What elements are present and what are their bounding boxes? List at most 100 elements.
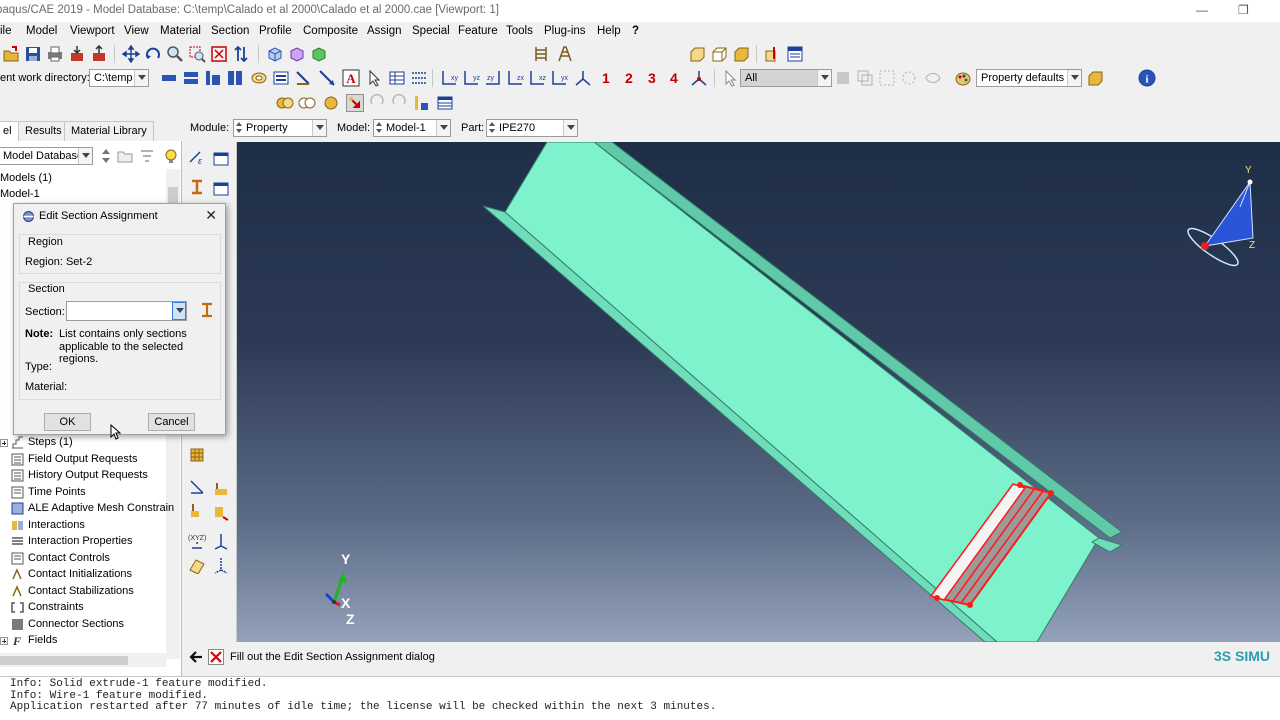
table-icon[interactable] bbox=[388, 69, 406, 87]
model-select[interactable]: Model-1 bbox=[373, 119, 451, 137]
profile-icon[interactable] bbox=[250, 69, 268, 87]
view-front-icon[interactable] bbox=[688, 45, 706, 63]
open-icon[interactable] bbox=[2, 45, 20, 63]
view-yz-icon[interactable]: yz bbox=[462, 69, 480, 87]
import-icon[interactable] bbox=[68, 45, 86, 63]
sphere-icon[interactable] bbox=[322, 94, 340, 112]
list-icon[interactable] bbox=[410, 69, 428, 87]
text-annotation-icon[interactable]: A bbox=[342, 69, 360, 87]
menu-plugins[interactable]: Plug-ins bbox=[544, 25, 586, 37]
ladder-icon[interactable] bbox=[556, 45, 574, 63]
view-yx-icon[interactable]: yx bbox=[550, 69, 568, 87]
ok-button[interactable]: OK bbox=[44, 413, 91, 431]
menu-composite[interactable]: Composite bbox=[303, 25, 358, 37]
render-hidden-icon[interactable] bbox=[288, 45, 306, 63]
render-style-icon[interactable] bbox=[954, 69, 972, 87]
undo-icon[interactable] bbox=[368, 94, 386, 112]
view-4-button[interactable]: 4 bbox=[670, 70, 678, 86]
cycle-views-icon[interactable] bbox=[232, 45, 250, 63]
section-select[interactable] bbox=[66, 301, 187, 321]
bulb-icon[interactable] bbox=[162, 147, 180, 165]
orientation-icon[interactable] bbox=[294, 69, 312, 87]
material-manager-tool-icon[interactable] bbox=[212, 150, 230, 168]
move-up-down-icon[interactable] bbox=[97, 147, 110, 165]
menu-profile[interactable]: Profile bbox=[259, 25, 292, 37]
part-select[interactable]: IPE270 bbox=[486, 119, 578, 137]
pan-icon[interactable] bbox=[122, 45, 140, 63]
color-code-icon[interactable] bbox=[1086, 69, 1104, 87]
grid-ruler-icon[interactable] bbox=[532, 45, 550, 63]
selection-filter-select[interactable]: All bbox=[740, 69, 832, 87]
skin-tool-icon[interactable] bbox=[188, 446, 206, 464]
instance-icon[interactable] bbox=[298, 94, 316, 112]
back-arrow-icon[interactable] bbox=[188, 649, 204, 665]
render-wireframe-icon[interactable] bbox=[266, 45, 284, 63]
database-select[interactable]: Model Database bbox=[0, 147, 93, 165]
tree-contact-init[interactable]: Contact Initializations bbox=[0, 567, 166, 583]
select-circle-icon[interactable] bbox=[900, 69, 918, 87]
tree-fields[interactable]: F Fields bbox=[0, 633, 166, 649]
special-tool-1-icon[interactable] bbox=[188, 478, 206, 496]
magnify-icon[interactable] bbox=[166, 45, 184, 63]
select-box-icon[interactable] bbox=[878, 69, 896, 87]
cancel-button[interactable]: Cancel bbox=[148, 413, 195, 431]
folder-icon[interactable] bbox=[116, 147, 134, 165]
filter-tree-icon[interactable] bbox=[138, 147, 156, 165]
view-zx-icon[interactable]: zx bbox=[506, 69, 524, 87]
menu-feature[interactable]: Feature bbox=[458, 25, 498, 37]
render-shaded-icon[interactable] bbox=[310, 45, 328, 63]
rotate-icon[interactable] bbox=[144, 45, 162, 63]
datum-axis-icon[interactable] bbox=[212, 556, 230, 574]
select-shapes-icon[interactable] bbox=[856, 69, 874, 87]
export-icon[interactable] bbox=[90, 45, 108, 63]
menu-model[interactable]: Model bbox=[26, 25, 57, 37]
print-icon[interactable] bbox=[46, 45, 64, 63]
menu-special[interactable]: Special bbox=[412, 25, 450, 37]
view-3-button[interactable]: 3 bbox=[648, 70, 656, 86]
menu-material[interactable]: Material bbox=[160, 25, 201, 37]
minimize-button[interactable]: — bbox=[1196, 3, 1208, 17]
view-1-button[interactable]: 1 bbox=[602, 70, 610, 86]
menu-help[interactable]: Help bbox=[597, 25, 621, 37]
special-tool-4-icon[interactable] bbox=[212, 504, 230, 522]
special-tool-2-icon[interactable] bbox=[212, 480, 230, 498]
view-iso-icon[interactable] bbox=[710, 45, 728, 63]
tree-time-points[interactable]: Time Points bbox=[0, 485, 166, 501]
tree-interactions[interactable]: Interactions bbox=[0, 518, 166, 534]
restore-button[interactable]: ❐ bbox=[1238, 3, 1249, 17]
box-zoom-icon[interactable] bbox=[188, 45, 206, 63]
tree-contact-stab[interactable]: Contact Stabilizations bbox=[0, 584, 166, 600]
auto-fit-icon[interactable] bbox=[210, 45, 228, 63]
close-icon[interactable]: ✕ bbox=[205, 207, 217, 224]
tree-ale-adaptive[interactable]: ALE Adaptive Mesh Constrain bbox=[0, 501, 174, 517]
layout-manager-icon[interactable] bbox=[786, 45, 804, 63]
tree-contact-controls[interactable]: Contact Controls bbox=[0, 551, 166, 567]
select-polygon-icon[interactable] bbox=[924, 69, 942, 87]
view-custom-icon[interactable] bbox=[690, 69, 708, 87]
create-part-icon[interactable] bbox=[160, 69, 178, 87]
tree-connector-sections[interactable]: Connector Sections bbox=[0, 617, 166, 633]
select-cursor-icon[interactable] bbox=[722, 69, 740, 87]
view-xz-icon[interactable]: xz bbox=[528, 69, 546, 87]
view-solid-icon[interactable] bbox=[732, 45, 750, 63]
section-assign-icon[interactable] bbox=[272, 69, 290, 87]
info-icon[interactable]: i bbox=[1138, 69, 1156, 87]
module-select[interactable]: Property bbox=[233, 119, 327, 137]
view-iso-axis-icon[interactable] bbox=[574, 69, 592, 87]
tree-interaction-props[interactable]: Interaction Properties bbox=[0, 534, 166, 550]
tab-results[interactable]: Results bbox=[18, 121, 69, 141]
tab-material-library[interactable]: Material Library bbox=[64, 121, 154, 141]
create-material-icon[interactable]: ε bbox=[188, 148, 206, 166]
tab-model[interactable]: el bbox=[0, 121, 19, 141]
create-section-icon[interactable] bbox=[188, 178, 206, 196]
tree-constraints[interactable]: Constraints bbox=[0, 600, 166, 616]
assembly-icon[interactable] bbox=[276, 94, 294, 112]
datum-icon[interactable] bbox=[412, 94, 430, 112]
menu-section[interactable]: Section bbox=[211, 25, 249, 37]
view-xy-icon[interactable]: xy bbox=[440, 69, 458, 87]
tree-field-output[interactable]: Field Output Requests bbox=[0, 452, 166, 468]
arrow-icon[interactable] bbox=[318, 69, 336, 87]
tree-history-output[interactable]: History Output Requests bbox=[0, 468, 166, 484]
view-2-button[interactable]: 2 bbox=[625, 70, 633, 86]
section-manager-tool-icon[interactable] bbox=[212, 180, 230, 198]
